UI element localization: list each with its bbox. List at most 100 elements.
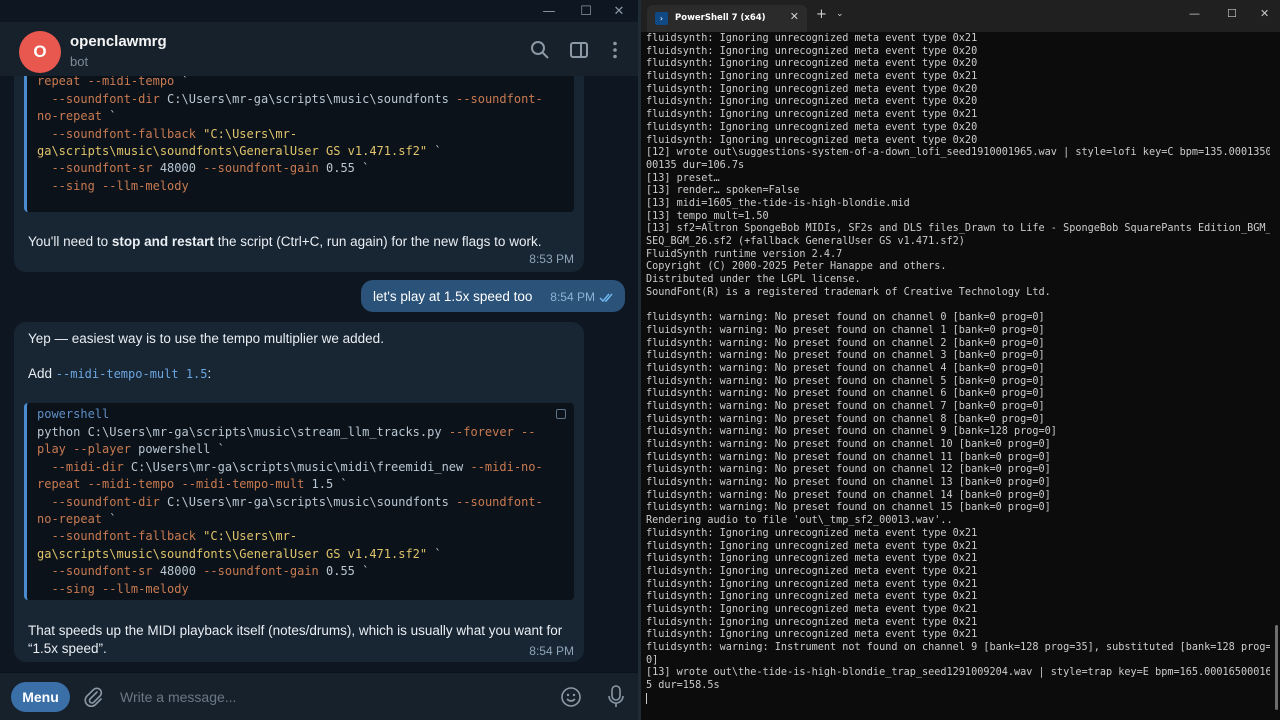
code-line: --soundfont-sr 48000 --soundfont-gain 0.… — [37, 160, 369, 177]
code-line: ga\scripts\music\soundfonts\GeneralUser … — [37, 143, 442, 160]
terminal-line: fluidsynth: warning: No preset found on … — [646, 375, 1045, 387]
code-line: --sing --llm-melody — [37, 178, 188, 195]
code-token: ga\scripts\music\soundfonts\GeneralUser … — [37, 546, 428, 561]
terminal-line: [13] tempo_mult=1.50 — [646, 210, 769, 222]
terminal-output[interactable]: fluidsynth: Ignoring unrecognized meta e… — [646, 33, 1270, 720]
code-token: --forever -- — [448, 425, 536, 439]
avatar[interactable]: O — [19, 31, 61, 73]
terminal-line: fluidsynth: Ignoring unrecognized meta e… — [646, 96, 978, 108]
attach-icon[interactable] — [82, 686, 104, 708]
code-token: python C:\Users\mr-ga\scripts\music\stre… — [37, 425, 449, 439]
code-block[interactable]: --midi-dir C:\Users\mr-ga\scripts\music\… — [24, 76, 574, 212]
scrollbar[interactable] — [1275, 625, 1278, 710]
terminal-line: fluidsynth: warning: No preset found on … — [646, 324, 1045, 336]
maximize-icon[interactable]: ☐ — [1227, 7, 1237, 20]
code-line: play --player powershell ` — [37, 441, 225, 458]
code-token: ` — [102, 109, 117, 124]
message-incoming[interactable]: Yep — easiest way is to use the tempo mu… — [14, 322, 584, 662]
terminal-line: fluidsynth: Ignoring unrecognized meta e… — [646, 134, 978, 146]
code-token: no-repeat — [37, 512, 103, 526]
menu-button[interactable]: Menu — [11, 682, 70, 712]
terminal-line: fluidsynth: warning: No preset found on … — [646, 464, 1051, 476]
chat-status: bot — [70, 54, 89, 69]
message-input[interactable] — [120, 685, 540, 709]
code-line: --sing --llm-melody — [37, 581, 188, 598]
tab-title: PowerShell 7 (x64) — [675, 13, 766, 23]
code-line: ga\scripts\music\soundfonts\GeneralUser … — [37, 546, 442, 563]
powershell-window: › PowerShell 7 (x64) ✕ + ⌄ — ☐ ✕ fluidsy… — [641, 0, 1280, 720]
terminal-line: fluidsynth: Ignoring unrecognized meta e… — [646, 616, 978, 628]
code-block[interactable]: powershell python C:\Users\mr-ga\scripts… — [24, 403, 574, 600]
terminal-line: FluidSynth runtime version 2.4.7 — [646, 248, 843, 260]
terminal-line: fluidsynth: Ignoring unrecognized meta e… — [646, 578, 978, 590]
code-token: --soundfont-fallback — [51, 529, 196, 544]
terminal-line: fluidsynth: warning: No preset found on … — [646, 426, 1057, 438]
copy-icon[interactable] — [556, 409, 566, 419]
terminal-line: fluidsynth: Ignoring unrecognized meta e… — [646, 109, 978, 121]
tab-powershell[interactable]: › PowerShell 7 (x64) ✕ — [647, 5, 807, 32]
double-check-icon — [599, 293, 613, 303]
code-token: ` — [427, 546, 442, 561]
message-list[interactable]: --midi-dir C:\Users\mr-ga\scripts\music\… — [0, 76, 638, 672]
code-line: --midi-dir C:\Users\mr-ga\scripts\music\… — [37, 459, 542, 476]
search-icon[interactable] — [530, 40, 550, 60]
message-text: “1.5x speed”. — [28, 641, 107, 656]
maximize-icon[interactable]: ☐ — [575, 2, 597, 22]
code-token: --soundfont- — [456, 494, 543, 509]
terminal-line: fluidsynth: warning: Instrument not foun… — [646, 642, 1270, 653]
terminal-line: 0] — [646, 654, 659, 666]
terminal-line: fluidsynth: Ignoring unrecognized meta e… — [646, 33, 978, 44]
close-icon[interactable]: ✕ — [1260, 7, 1269, 20]
code-token: "C:\Users\mr- — [195, 529, 298, 544]
code-token: --soundfont-sr — [51, 161, 153, 176]
code-language-label: powershell — [37, 407, 110, 421]
terminal-line: fluidsynth: warning: No preset found on … — [646, 312, 1045, 324]
code-token: --soundfont-gain — [203, 161, 319, 176]
terminal-line: fluidsynth: warning: No preset found on … — [646, 489, 1051, 501]
minimize-icon[interactable]: — — [1189, 7, 1200, 20]
code-token: --soundfont-fallback — [51, 126, 196, 141]
code-token: no-repeat — [37, 109, 103, 124]
code-token: --soundfont- — [456, 91, 543, 106]
terminal-line: fluidsynth: warning: No preset found on … — [646, 388, 1045, 400]
code-token: 0.55 ` — [318, 564, 370, 579]
emoji-icon[interactable] — [560, 686, 582, 708]
close-icon[interactable]: ✕ — [608, 2, 630, 22]
message-outgoing[interactable]: let's play at 1.5x speed too 8:54 PM — [361, 280, 625, 312]
terminal-line: SoundFont(R) is a registered trademark o… — [646, 286, 1051, 298]
new-tab-icon[interactable]: + — [816, 7, 827, 22]
terminal-line: Rendering audio to file 'out\_tmp_sf2_00… — [646, 515, 953, 527]
microphone-icon[interactable] — [607, 685, 625, 709]
terminal-line: 5 dur=158.5s — [646, 680, 720, 692]
tab-bar: › PowerShell 7 (x64) ✕ + ⌄ — ☐ ✕ — [641, 0, 1280, 32]
minimize-icon[interactable]: — — [538, 2, 560, 22]
code-line: repeat --midi-tempo ` — [37, 76, 189, 91]
terminal-prompt[interactable] — [646, 692, 1270, 706]
chat-name[interactable]: openclawmrg — [70, 33, 167, 50]
code-token: ga\scripts\music\soundfonts\GeneralUser … — [37, 144, 428, 158]
terminal-line: fluidsynth: warning: No preset found on … — [646, 477, 1051, 489]
terminal-line: fluidsynth: warning: No preset found on … — [646, 502, 1051, 514]
code-token: C:\Users\mr-ga\scripts\music\soundfonts — [159, 91, 457, 106]
close-tab-icon[interactable]: ✕ — [790, 10, 799, 23]
terminal-line: fluidsynth: warning: No preset found on … — [646, 439, 1051, 450]
more-options-icon[interactable] — [605, 40, 625, 60]
code-token: play --player — [37, 442, 131, 457]
terminal-line: [13] render… spoken=False — [646, 185, 800, 197]
code-token: --soundfont-gain — [203, 564, 319, 579]
terminal-line: fluidsynth: warning: No preset found on … — [646, 350, 1045, 362]
terminal-line: fluidsynth: Ignoring unrecognized meta e… — [646, 591, 978, 603]
inline-code: --midi-tempo-mult 1.5 — [55, 367, 208, 381]
code-line: --soundfont-fallback "C:\Users\mr- — [37, 126, 297, 143]
powershell-icon: › — [655, 12, 668, 25]
chevron-down-icon[interactable]: ⌄ — [836, 9, 844, 19]
sidebar-toggle-icon[interactable] — [569, 40, 589, 60]
terminal-line: [13] sf2=Altron SpongeBob MIDIs, SF2s an… — [646, 223, 1270, 235]
message-incoming[interactable]: --midi-dir C:\Users\mr-ga\scripts\music\… — [14, 76, 584, 272]
terminal-line: [13] midi=1605_the-tide-is-high-blondie.… — [646, 197, 910, 209]
terminal-line: fluidsynth: warning: No preset found on … — [646, 337, 1045, 349]
